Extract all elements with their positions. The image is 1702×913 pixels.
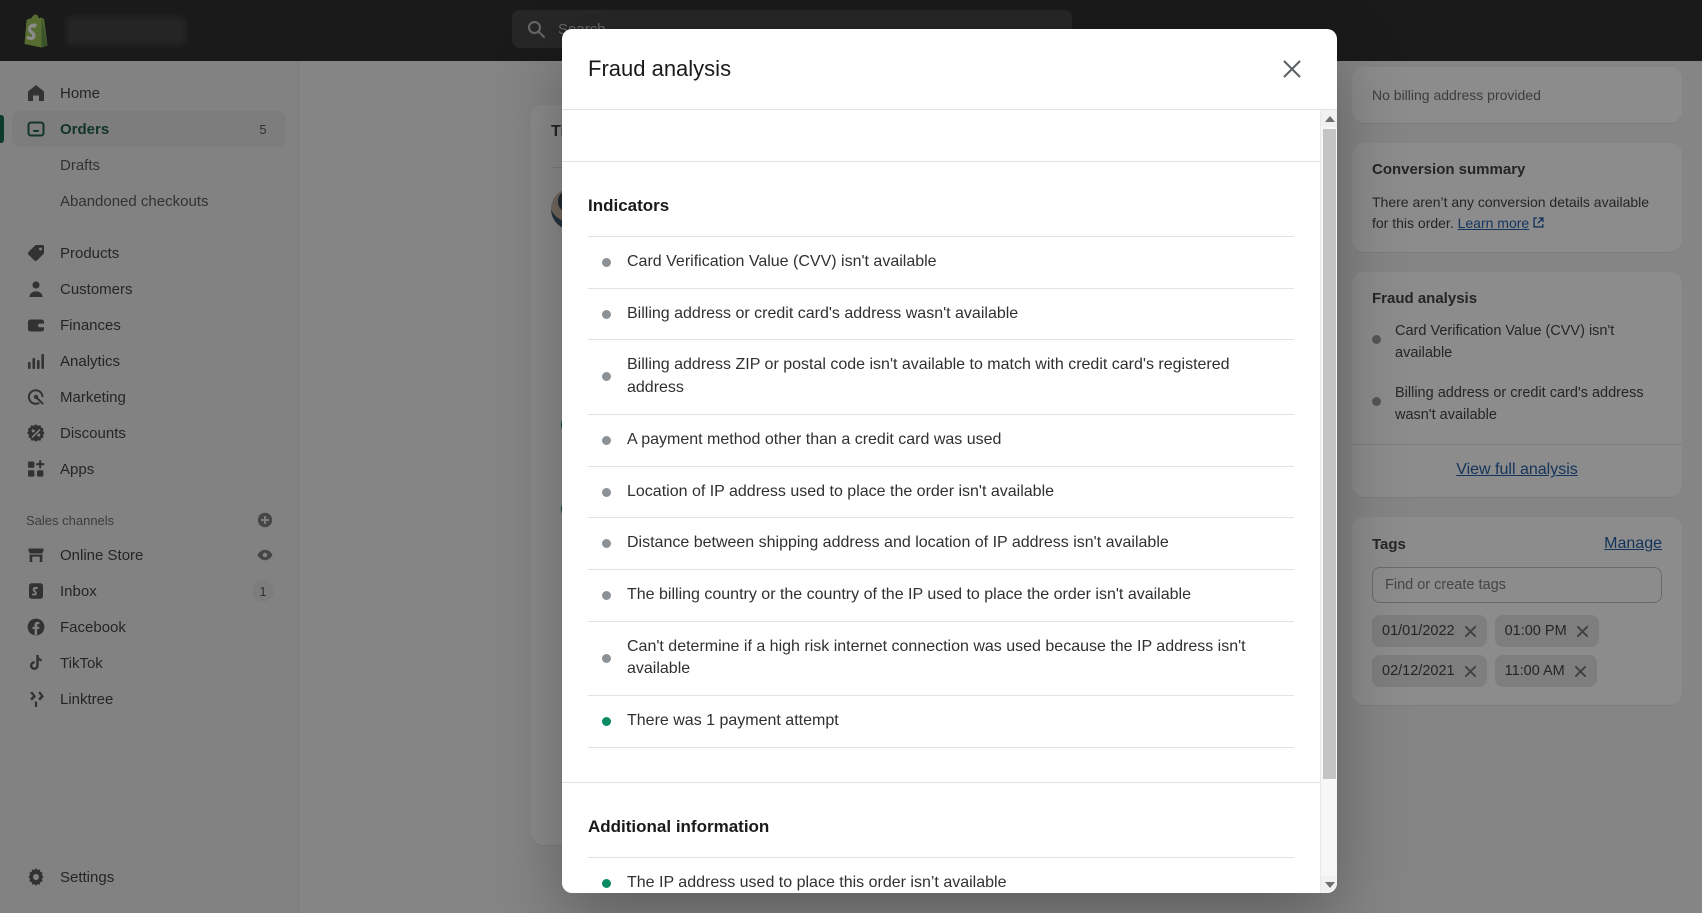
indicator-text: Can't determine if a high risk internet … bbox=[627, 637, 1246, 678]
indicator-row: Location of IP address used to place the… bbox=[588, 467, 1294, 519]
scrollbar-thumb[interactable] bbox=[1323, 129, 1336, 779]
scrollbar-down-button[interactable] bbox=[1321, 876, 1337, 893]
indicator-row: Can't determine if a high risk internet … bbox=[588, 622, 1294, 697]
indicator-row: There was 1 payment attempt bbox=[588, 696, 1294, 748]
indicator-text: Distance between shipping address and lo… bbox=[627, 534, 1169, 552]
status-dot bbox=[602, 878, 611, 888]
status-dot bbox=[602, 258, 611, 267]
indicator-text: A payment method other than a credit car… bbox=[627, 430, 1002, 448]
indicator-row: Card Verification Value (CVV) isn't avai… bbox=[588, 237, 1294, 289]
close-button[interactable] bbox=[1275, 52, 1309, 86]
section-heading-indicators: Indicators bbox=[588, 196, 670, 215]
indicators-list: Card Verification Value (CVV) isn't avai… bbox=[588, 236, 1294, 748]
scrolled-section-remnant bbox=[562, 110, 1320, 162]
chevron-down-icon bbox=[1324, 881, 1335, 888]
indicator-row: Distance between shipping address and lo… bbox=[588, 518, 1294, 571]
additional-info-row: The IP address used to place this order … bbox=[588, 858, 1294, 893]
fraud-analysis-modal: Fraud analysis Indicators Card Verificat… bbox=[562, 29, 1337, 893]
modal-content: Indicators Card Verification Value (CVV)… bbox=[562, 110, 1320, 893]
close-icon bbox=[1283, 60, 1301, 78]
additional-information-list: The IP address used to place this order … bbox=[588, 856, 1294, 893]
additional-info-text: The IP address used to place this order … bbox=[627, 873, 1007, 891]
indicator-text: Location of IP address used to place the… bbox=[627, 482, 1055, 500]
indicator-row: Billing address ZIP or postal code isn't… bbox=[588, 340, 1294, 415]
chevron-up-icon bbox=[1324, 115, 1335, 122]
status-dot bbox=[602, 591, 611, 601]
indicator-text: There was 1 payment attempt bbox=[627, 712, 839, 730]
modal-header: Fraud analysis bbox=[562, 29, 1337, 109]
indicator-text: Card Verification Value (CVV) isn't avai… bbox=[627, 253, 937, 270]
indicator-row: Billing address or credit card's address… bbox=[588, 289, 1294, 341]
section-heading-additional-information: Additional information bbox=[588, 816, 770, 836]
indicator-row: A payment method other than a credit car… bbox=[588, 415, 1294, 467]
status-dot bbox=[602, 539, 611, 549]
indicator-text: The billing country or the country of th… bbox=[627, 586, 1191, 604]
scrollbar-up-button[interactable] bbox=[1321, 110, 1337, 127]
indicator-text: Billing address or credit card's address… bbox=[627, 304, 1019, 322]
status-dot bbox=[602, 435, 611, 445]
status-dot bbox=[602, 372, 611, 382]
status-dot bbox=[602, 653, 611, 663]
status-dot bbox=[602, 487, 611, 497]
indicator-text: Billing address ZIP or postal code isn't… bbox=[627, 356, 1230, 397]
status-dot bbox=[602, 309, 611, 319]
indicator-row: The billing country or the country of th… bbox=[588, 570, 1294, 622]
status-dot bbox=[602, 717, 611, 727]
modal-scroll-area: Indicators Card Verification Value (CVV)… bbox=[562, 109, 1337, 893]
modal-title: Fraud analysis bbox=[588, 56, 732, 81]
modal-scrollbar[interactable] bbox=[1320, 110, 1337, 893]
